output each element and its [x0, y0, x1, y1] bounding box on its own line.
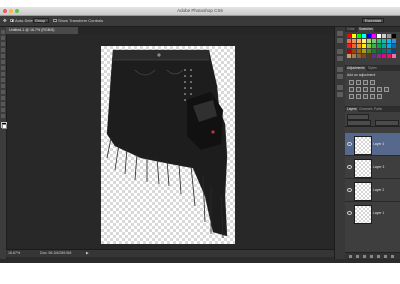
canvas-area[interactable] — [7, 34, 334, 249]
layers-footer — [345, 252, 400, 259]
delete-layer-icon[interactable] — [391, 254, 394, 258]
photoshop-window: Adobe Photoshop CS6 ✥ Auto-Select: Group… — [0, 7, 400, 263]
layers-divider — [345, 126, 400, 127]
color-balance-icon[interactable] — [363, 87, 368, 92]
new-adjustment-layer-icon[interactable] — [370, 254, 373, 258]
status-menu-arrow-icon[interactable]: ▶ — [86, 251, 89, 255]
hand-tool[interactable] — [1, 108, 5, 112]
layer-name[interactable]: Layer 1 — [373, 211, 384, 215]
brush-tool[interactable] — [1, 72, 5, 76]
threshold-icon[interactable] — [363, 94, 368, 99]
quick-select-tool[interactable] — [1, 48, 5, 52]
adjustments-heading: Add an adjustment — [347, 73, 376, 77]
status-bar: 16.67% Doc: 98.1M/289.5M ▶ — [6, 249, 334, 257]
layer-thumbnail — [354, 182, 372, 201]
healing-brush-tool[interactable] — [1, 66, 5, 70]
tab-styles[interactable]: Styles — [367, 66, 378, 71]
color-swatches-panel: Color Swatches — [345, 27, 400, 65]
visibility-eye-icon[interactable] — [347, 165, 352, 169]
layers-panel-tabs: Layers Channels Paths — [345, 107, 400, 112]
tools-panel — [0, 27, 7, 259]
invert-icon[interactable] — [349, 94, 354, 99]
levels-icon[interactable] — [356, 80, 361, 85]
layer-style-icon[interactable] — [356, 254, 359, 258]
doc-size: Doc: 98.1M/289.5M — [40, 251, 72, 255]
auto-select-checkbox[interactable] — [10, 18, 14, 22]
document-tab-bar: Untitled-1 @ 16.7% (RGB/8) — [6, 27, 334, 34]
clone-stamp-tool[interactable] — [1, 78, 5, 82]
auto-select-dropdown[interactable]: Group — [33, 18, 49, 23]
layer-row[interactable]: Layer 4 — [345, 133, 400, 156]
lasso-tool[interactable] — [1, 42, 5, 46]
character-icon[interactable] — [337, 49, 343, 54]
options-bar: ✥ Auto-Select: Group Show Transform Cont… — [0, 16, 400, 27]
pen-tool[interactable] — [1, 96, 5, 100]
eyedropper-tool[interactable] — [1, 60, 5, 64]
tab-color[interactable]: Color — [346, 27, 356, 32]
layers-panel: Layers Channels Paths Layer 4 Layer 3 La… — [345, 107, 400, 259]
gradient-map-icon[interactable] — [370, 94, 375, 99]
paragraph-icon[interactable] — [337, 56, 343, 61]
window-title: Adobe Photoshop CS6 — [177, 8, 223, 13]
workspace-switcher[interactable]: Essentials — [362, 18, 384, 23]
tab-paths[interactable]: Paths — [373, 107, 383, 112]
layer-thumbnail — [354, 205, 372, 224]
marquee-tool[interactable] — [1, 36, 5, 40]
gradient-tool[interactable] — [1, 90, 5, 94]
visibility-eye-icon[interactable] — [347, 188, 352, 192]
history-icon[interactable] — [337, 31, 343, 36]
swatch-grid-graphic — [347, 34, 396, 58]
document-tab[interactable]: Untitled-1 @ 16.7% (RGB/8) — [6, 27, 78, 34]
show-transform-label: Show Transform Controls — [58, 18, 104, 23]
adjustments-panel: Adjustments Styles Add an adjustment — [345, 66, 400, 106]
swatch-grid[interactable] — [347, 34, 398, 62]
zoom-level[interactable]: 16.67% — [8, 251, 20, 255]
channel-mixer-icon[interactable] — [384, 87, 389, 92]
new-group-icon[interactable] — [377, 254, 380, 258]
layer-thumbnail — [354, 136, 372, 155]
show-transform-checkbox[interactable] — [53, 18, 57, 22]
move-tool-icon[interactable]: ✥ — [3, 18, 7, 23]
adjustments-panel-tabs: Adjustments Styles — [345, 66, 400, 71]
vibrance-icon[interactable] — [349, 87, 354, 92]
tab-layers[interactable]: Layers — [346, 107, 358, 112]
layer-name[interactable]: Layer 3 — [373, 165, 384, 169]
layer-name[interactable]: Layer 2 — [373, 188, 384, 192]
new-layer-icon[interactable] — [384, 254, 387, 258]
visibility-eye-icon[interactable] — [347, 142, 352, 146]
clone-source-icon[interactable] — [337, 74, 343, 79]
selective-color-icon[interactable] — [377, 94, 382, 99]
color-panel-tabs: Color Swatches — [345, 27, 400, 32]
skirt-image — [106, 49, 228, 239]
document-canvas[interactable] — [101, 46, 235, 244]
info-icon[interactable] — [337, 85, 343, 90]
tab-swatches[interactable]: Swatches — [358, 27, 374, 32]
properties-icon[interactable] — [337, 38, 343, 43]
black-white-icon[interactable] — [370, 87, 375, 92]
link-layers-icon[interactable] — [349, 254, 352, 258]
brightness-contrast-icon[interactable] — [349, 80, 354, 85]
photo-filter-icon[interactable] — [377, 87, 382, 92]
layer-row[interactable]: Layer 1 — [345, 202, 400, 225]
exposure-icon[interactable] — [370, 80, 375, 85]
type-tool[interactable] — [1, 102, 5, 106]
crop-tool[interactable] — [1, 54, 5, 58]
brush-preset-icon[interactable] — [337, 67, 343, 72]
add-mask-icon[interactable] — [363, 254, 366, 258]
layer-row[interactable]: Layer 3 — [345, 156, 400, 179]
move-tool[interactable] — [1, 30, 5, 34]
visibility-eye-icon[interactable] — [347, 211, 352, 215]
title-bar: Adobe Photoshop CS6 — [0, 7, 400, 16]
layer-name[interactable]: Layer 4 — [373, 142, 384, 146]
layer-row[interactable]: Layer 2 — [345, 179, 400, 202]
eraser-tool[interactable] — [1, 84, 5, 88]
tab-adjustments[interactable]: Adjustments — [346, 66, 366, 71]
curves-icon[interactable] — [363, 80, 368, 85]
zoom-tool[interactable] — [1, 114, 5, 118]
navigator-icon[interactable] — [337, 92, 343, 97]
layer-thumbnail — [354, 159, 372, 178]
posterize-icon[interactable] — [356, 94, 361, 99]
tab-channels[interactable]: Channels — [358, 107, 373, 112]
hue-saturation-icon[interactable] — [356, 87, 361, 92]
